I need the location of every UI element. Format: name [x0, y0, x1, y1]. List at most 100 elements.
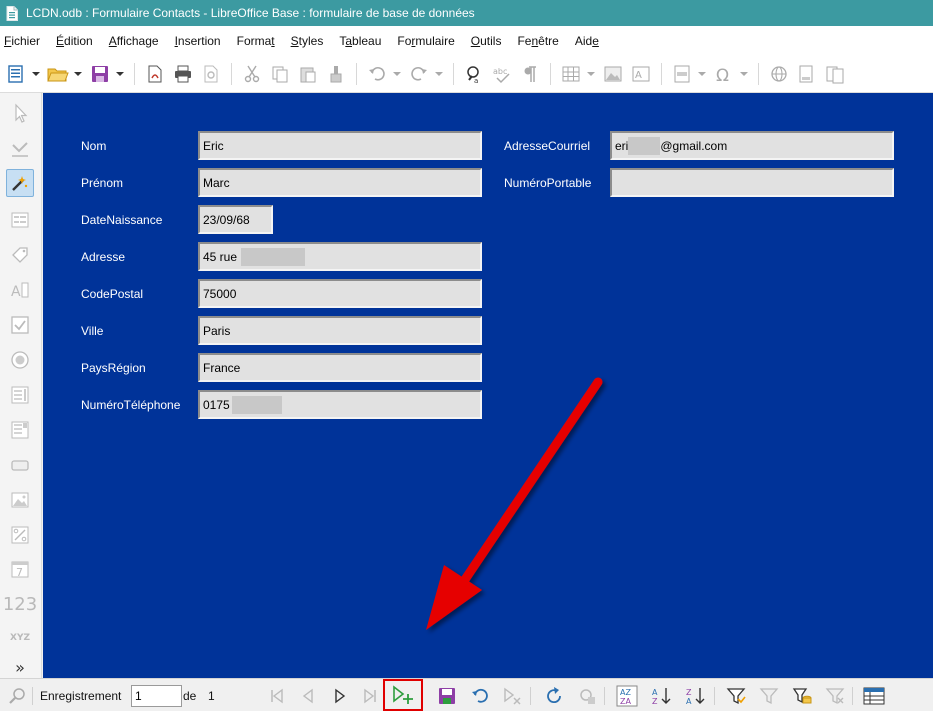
label-adresse: Adresse: [81, 250, 126, 264]
undo-icon[interactable]: [365, 62, 389, 86]
more-controls-icon[interactable]: »: [6, 653, 34, 681]
menu-affichage[interactable]: Affichage: [109, 34, 159, 48]
new-dropdown-chevron-icon[interactable]: [32, 62, 40, 86]
menu-edition[interactable]: Édition: [56, 34, 93, 48]
ville-field[interactable]: Paris: [198, 316, 482, 345]
telephone-field[interactable]: 0175: [198, 390, 482, 419]
menu-aide[interactable]: Aide: [575, 34, 599, 48]
first-record-icon[interactable]: [265, 684, 289, 708]
courriel-field[interactable]: eri @gmail.com: [610, 131, 894, 160]
design-mode-icon[interactable]: [6, 135, 34, 163]
form-design-icon[interactable]: [6, 206, 34, 234]
svg-text:ZA: ZA: [620, 697, 631, 706]
menu-format[interactable]: Format: [237, 34, 275, 48]
paste-icon[interactable]: [296, 62, 320, 86]
save-record-icon[interactable]: [435, 684, 459, 708]
menu-styles[interactable]: Styles: [291, 34, 324, 48]
insert-table-icon[interactable]: [559, 62, 583, 86]
prenom-field[interactable]: Marc: [198, 168, 482, 197]
open-folder-icon[interactable]: [46, 62, 70, 86]
cut-icon[interactable]: [240, 62, 264, 86]
footnote-icon[interactable]: [795, 62, 819, 86]
undo-dropdown-chevron-icon[interactable]: [393, 62, 401, 86]
refresh-control-icon[interactable]: [575, 684, 599, 708]
field-dropdown-chevron-icon[interactable]: [698, 62, 706, 86]
text-box-icon[interactable]: A: [6, 276, 34, 304]
sort-icon[interactable]: AZ ZA: [615, 684, 639, 708]
autofilter-icon[interactable]: [724, 684, 748, 708]
menu-fichier[interactable]: Fichier: [4, 34, 40, 48]
select-pointer-icon[interactable]: [6, 99, 34, 127]
clone-formatting-icon[interactable]: [324, 62, 348, 86]
nav-separator: [604, 687, 605, 705]
record-of-label: de: [183, 689, 197, 703]
delete-record-icon[interactable]: [500, 684, 524, 708]
header-footer-icon[interactable]: [823, 62, 847, 86]
sort-descending-icon[interactable]: ZA: [684, 684, 708, 708]
combo-box-icon[interactable]: [6, 416, 34, 444]
sort-ascending-icon[interactable]: AZ: [650, 684, 674, 708]
svg-text:A: A: [686, 697, 692, 706]
reset-filter-icon[interactable]: [823, 684, 847, 708]
nom-field[interactable]: Eric: [198, 131, 482, 160]
label-tag-icon[interactable]: [6, 241, 34, 269]
save-dropdown-chevron-icon[interactable]: [116, 62, 124, 86]
codepostal-field[interactable]: 75000: [198, 279, 482, 308]
special-character-dropdown-chevron-icon[interactable]: [740, 62, 748, 86]
insert-field-icon[interactable]: [670, 62, 694, 86]
record-number-input[interactable]: [131, 685, 182, 707]
insert-image-icon[interactable]: [601, 62, 625, 86]
redo-dropdown-chevron-icon[interactable]: [435, 62, 443, 86]
image-control-icon[interactable]: [6, 486, 34, 514]
find-replace-icon[interactable]: a: [462, 62, 486, 86]
toolbar-separator: [661, 62, 662, 85]
menu-fenetre[interactable]: Fenêtre: [517, 34, 558, 48]
copy-icon[interactable]: [268, 62, 292, 86]
formatted-percent-icon[interactable]: [6, 521, 34, 549]
export-pdf-icon[interactable]: [143, 62, 167, 86]
formatted-field-icon[interactable]: XYZ: [6, 624, 34, 652]
nav-separator: [714, 687, 715, 705]
find-record-icon[interactable]: [6, 684, 30, 708]
next-record-icon[interactable]: [328, 684, 352, 708]
date-field-icon[interactable]: 7: [6, 555, 34, 583]
print-preview-icon[interactable]: [199, 62, 223, 86]
special-character-icon[interactable]: Ω: [712, 62, 736, 86]
insert-textbox-icon[interactable]: A: [629, 62, 653, 86]
redacted-blur: [628, 136, 661, 155]
spelling-icon[interactable]: abc: [490, 62, 514, 86]
label-datenaissance: DateNaissance: [81, 213, 163, 227]
undo-record-icon[interactable]: [468, 684, 492, 708]
menu-insertion[interactable]: Insertion: [175, 34, 221, 48]
refresh-icon[interactable]: [542, 684, 566, 708]
print-icon[interactable]: [171, 62, 195, 86]
hyperlink-icon[interactable]: [767, 62, 791, 86]
paysregion-field[interactable]: France: [198, 353, 482, 382]
apply-filter-icon[interactable]: [757, 684, 781, 708]
redo-icon[interactable]: [407, 62, 431, 86]
checkbox-icon[interactable]: [6, 311, 34, 339]
menu-tableau[interactable]: Tableau: [339, 34, 381, 48]
adresse-field[interactable]: 45 rue: [198, 242, 482, 271]
portable-field[interactable]: [610, 168, 894, 197]
datenaissance-field[interactable]: 23/09/68: [198, 205, 273, 234]
open-dropdown-chevron-icon[interactable]: [74, 62, 82, 86]
push-button-icon[interactable]: [6, 451, 34, 479]
save-icon[interactable]: [88, 62, 112, 86]
option-button-icon[interactable]: [6, 346, 34, 374]
control-wizard-icon[interactable]: [6, 169, 34, 197]
new-document-icon[interactable]: [4, 62, 28, 86]
standard-filter-icon[interactable]: [790, 684, 814, 708]
formatting-marks-icon[interactable]: [518, 62, 542, 86]
title-bar: LCDN.odb : Formulaire Contacts - LibreOf…: [0, 0, 933, 26]
previous-record-icon[interactable]: [296, 684, 320, 708]
last-record-icon[interactable]: [358, 684, 382, 708]
new-record-button[interactable]: [383, 679, 423, 711]
numeric-field-icon[interactable]: 123: [3, 590, 37, 618]
table-dropdown-chevron-icon[interactable]: [587, 62, 595, 86]
data-source-table-icon[interactable]: [862, 684, 886, 708]
list-box-icon[interactable]: [6, 381, 34, 409]
menu-formulaire[interactable]: Formulaire: [397, 34, 454, 48]
toolbar-separator: [134, 62, 135, 85]
menu-outils[interactable]: Outils: [471, 34, 502, 48]
